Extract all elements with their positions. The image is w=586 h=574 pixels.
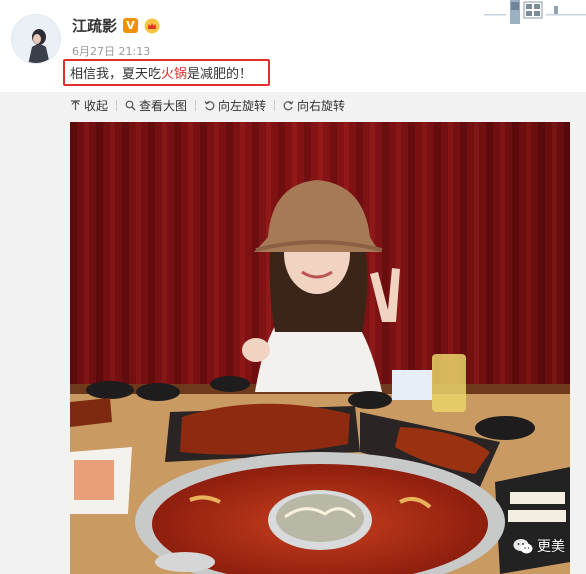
watermark-text: 更美 — [537, 539, 565, 555]
rotate-left-button[interactable]: 向左旋转 — [204, 97, 266, 114]
up-arrow-icon — [71, 99, 80, 110]
post-text-frame: 相信我，夏天吃 火锅 是减肥的！ — [63, 59, 270, 86]
post-header: 江疏影 V 6月27日 21:13 相信我，夏天吃 火锅 是减肥的！ — [0, 0, 586, 92]
rotate-left-label: 向左旋转 — [218, 98, 267, 113]
avatar[interactable] — [11, 14, 61, 64]
rotate-right-icon — [283, 100, 294, 110]
image-toolbar: 收起 查看大图 向左旋转 向右旋转 — [70, 96, 345, 114]
verified-badge-icon: V — [123, 18, 139, 33]
hotpot-photo-illustration — [70, 122, 570, 574]
avatar-image — [12, 15, 60, 63]
rotate-right-button[interactable]: 向右旋转 — [283, 97, 345, 114]
rotate-right-label: 向右旋转 — [297, 98, 346, 113]
header-decoration-illustration — [484, 0, 586, 24]
post-timestamp[interactable]: 6月27日 21:13 — [72, 43, 150, 59]
toolbar-divider — [195, 99, 197, 111]
username[interactable]: 江疏影 — [72, 15, 117, 36]
post-text-after: 是减肥的！ — [187, 67, 253, 82]
collapse-button[interactable]: 收起 — [70, 97, 108, 114]
watermark: 更美 — [513, 536, 565, 556]
toolbar-divider — [274, 99, 276, 111]
post-text-hotpot-link[interactable]: 火锅 — [161, 63, 187, 82]
crown-icon — [144, 18, 160, 33]
magnify-icon — [125, 100, 136, 110]
wechat-icon — [513, 538, 533, 553]
name-row: 江疏影 V — [72, 15, 160, 36]
toolbar-divider — [116, 99, 118, 111]
view-large-label: 查看大图 — [139, 98, 188, 113]
view-large-button[interactable]: 查看大图 — [125, 97, 187, 114]
rotate-left-icon — [204, 100, 215, 110]
post-photo[interactable] — [70, 122, 570, 574]
collapse-label: 收起 — [84, 98, 109, 113]
post-text-before: 相信我，夏天吃 — [70, 67, 162, 82]
